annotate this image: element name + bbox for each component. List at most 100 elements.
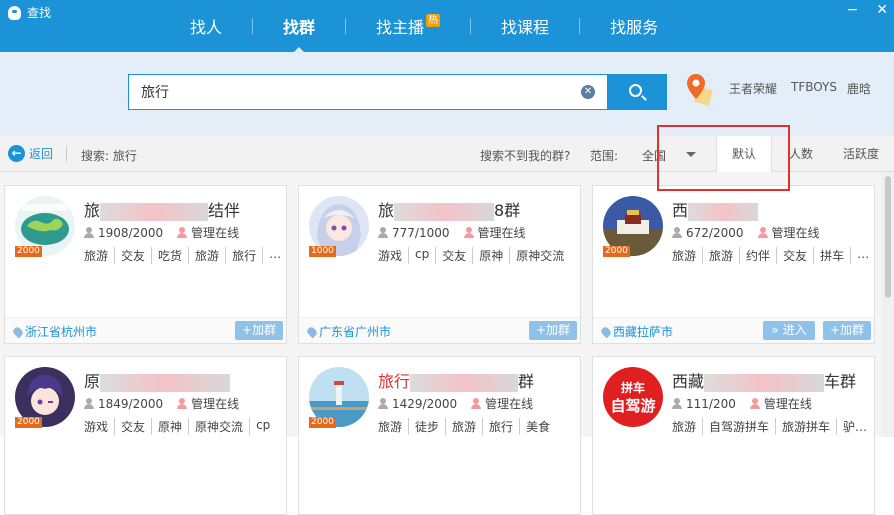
member-count: 1429/2000 [392,396,458,411]
group-name-end: 车群 [824,372,857,391]
tag: 原神交流 [188,418,249,435]
group-name: 西藏 车群 [672,368,856,392]
capacity-badge: 2000 [309,417,336,428]
group-meta: 1429/2000 管理在线 [378,395,533,412]
group-location: 浙江省杭州市 [11,323,98,340]
tag: 拼车 [813,247,850,264]
join-group-button[interactable]: +加群 [529,321,577,340]
clear-icon[interactable]: ✕ [581,85,595,99]
capacity-badge: 2000 [15,246,42,257]
hot-word-link[interactable]: 鹿晗 [847,80,871,97]
tag: 旅行 [482,418,519,435]
admin-icon [177,398,188,409]
location-icon [599,325,613,338]
hot-word-link[interactable]: TFBOYS [791,80,837,94]
tag: 交友 [114,418,151,435]
window-title: 查找 [8,4,51,21]
tag: 游戏 [84,420,109,434]
search-button[interactable] [608,74,667,110]
tag: 驴… [836,418,873,435]
tag: 旅游 [702,247,739,264]
title-bar: 查找 − ✕ 找人 找群 找主播热 找课程 找服务 [0,0,894,54]
tag: 交友 [114,247,151,264]
location-pin-icon[interactable] [685,72,713,106]
group-name-end: 群 [518,372,535,391]
member-count: 111/200 [686,396,736,411]
group-tags: 旅游 交友 吃货 旅游 旅行… [84,247,287,264]
group-name: 旅 8群 [378,197,520,221]
group-name-start: 旅 [84,201,101,220]
back-arrow-icon: ← [8,145,25,162]
tag: … [850,247,875,264]
tab-find-group[interactable]: 找群 [253,14,345,54]
redacted-name [100,202,209,221]
group-name: 原 [84,368,231,392]
group-name-start: 西 [672,201,689,220]
group-name: 西 [672,197,759,221]
group-location: 西藏拉萨市 [599,323,673,340]
member-icon [672,227,682,238]
redacted-name [394,202,495,221]
group-card[interactable]: 2000 西 672/2000 管理在线 旅游 旅游 约伴 交友 拼车… 西藏拉萨市 » … [592,185,875,344]
close-icon[interactable]: ✕ [876,2,888,18]
group-meta: 672/2000 管理在线 [672,224,820,241]
tag: 旅游 [672,249,697,263]
member-count: 1908/2000 [98,225,164,240]
enter-group-button[interactable]: » 进入 [763,321,815,340]
avatar-text: 拼车 [620,381,645,395]
admin-status: 管理在线 [771,226,820,240]
group-meta: 1849/2000 管理在线 [84,395,239,412]
scrollbar-thumb[interactable] [885,176,891,298]
card-footer: 浙江省杭州市 +加群 [5,317,286,343]
capacity-badge: 2000 [603,246,630,257]
range-label: 范围: [590,149,619,163]
results-scrollbar[interactable] [882,172,894,437]
location-text: 浙江省杭州市 [25,325,98,339]
group-avatar: 拼车 自驾游 [603,367,663,427]
not-found-link[interactable]: 搜索不到我的群? [480,147,570,164]
tag: 原神 [472,247,509,264]
search-input[interactable] [129,75,569,109]
minimize-icon[interactable]: − [847,2,859,18]
join-group-button[interactable]: +加群 [823,321,871,340]
back-button[interactable]: ← 返回 [8,145,53,162]
hot-word-link[interactable]: 王者荣耀 [729,80,777,97]
location-text: 广东省广州市 [319,325,392,339]
group-card[interactable]: 1000 旅 8群 777/1000 管理在线 游戏 cp 交友 原神 原神交流 广东省广州… [298,185,581,344]
qq-logo-icon [8,5,21,20]
group-name: 旅行 群 [378,368,534,392]
group-name: 旅 结伴 [84,197,240,221]
group-card[interactable]: 2000 旅行群 1429/2000 管理在线 旅游 徒步 旅游 旅行 美食 [298,356,581,515]
member-count: 1849/2000 [98,396,164,411]
tag: 交友 [435,247,472,264]
join-group-button[interactable]: +加群 [235,321,283,340]
divider [66,146,67,162]
group-meta: 1908/2000 管理在线 [84,224,239,241]
back-label: 返回 [29,147,54,161]
group-card[interactable]: 2000 原 1849/2000 管理在线 游戏 交友 原神 原神交流 cp [4,356,287,515]
group-tags: 游戏 cp 交友 原神 原神交流 [378,247,570,264]
group-card[interactable]: 2000 旅 结伴 1908/2000 管理在线 旅游 交友 吃货 旅游 旅行… 浙江省杭州… [4,185,287,344]
card-footer: 广东省广州市 +加群 [299,317,580,343]
group-name-end: 结伴 [208,201,241,220]
redacted-name [688,202,759,221]
admin-status: 管理在线 [191,226,240,240]
redacted-name [410,373,519,392]
tag: 原神 [151,418,188,435]
admin-status: 管理在线 [191,397,240,411]
group-meta: 777/1000 管理在线 [378,224,526,241]
tag: 旅游拼车 [775,418,836,435]
tag: cp [249,418,276,435]
group-card[interactable]: 拼车 自驾游 西藏 车群 111/200 管理在线 旅游 自驾游拼车 旅游拼车 驴… [592,356,875,515]
tab-find-people[interactable]: 找人 [160,14,252,38]
avatar-text: 自驾游 [610,397,656,415]
sort-activity-tab[interactable]: 活跃度 [836,136,886,172]
admin-icon [471,398,482,409]
group-tags: 旅游 旅游 约伴 交友 拼车… [672,247,875,264]
tab-find-streamer[interactable]: 找主播热 [346,14,470,38]
tab-find-course[interactable]: 找课程 [471,14,579,38]
location-icon [305,325,319,338]
group-name-end: 8群 [494,201,521,220]
search-icon [629,84,642,97]
tab-find-service[interactable]: 找服务 [580,14,688,38]
